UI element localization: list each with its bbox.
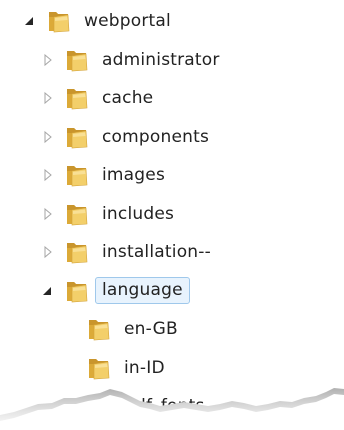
folder-icon: [64, 85, 90, 111]
folder-icon: [46, 8, 72, 34]
tree-item-label: language: [95, 277, 190, 304]
tree-item-label: pdf_fonts: [124, 396, 205, 416]
collapsed-arrow-icon[interactable]: [40, 52, 56, 68]
tree-item-label: en-GB: [124, 319, 178, 339]
tree-item-label: images: [102, 165, 166, 185]
tree-item-images[interactable]: images: [40, 157, 165, 193]
tree-item-pdf-fonts[interactable]: pdf_fonts: [86, 388, 205, 424]
tree-item-components[interactable]: components: [40, 119, 209, 155]
collapsed-arrow-icon[interactable]: [40, 167, 56, 183]
tree-item-in-id[interactable]: in-ID: [86, 350, 165, 386]
tree-item-label: includes: [102, 203, 175, 224]
tree-item-label: webportal: [84, 11, 171, 31]
folder-icon: [64, 278, 90, 304]
tree-item-administrator[interactable]: administrator: [40, 42, 220, 78]
folder-icon: [86, 316, 112, 342]
tree-item-label: installation--: [102, 242, 211, 262]
expanded-arrow-icon[interactable]: [22, 13, 38, 29]
tree-item-label: administrator: [102, 49, 220, 70]
tree-item-label: in-ID: [124, 357, 165, 378]
folder-tree: webportal administrator cache components ima…: [0, 0, 344, 430]
folder-icon: [64, 47, 90, 73]
tree-item-label: components: [102, 126, 210, 147]
collapsed-arrow-icon[interactable]: [40, 206, 56, 222]
folder-icon: [64, 124, 90, 150]
folder-icon: [86, 393, 112, 419]
tree-item-webportal[interactable]: webportal: [22, 3, 171, 39]
folder-icon: [64, 201, 90, 227]
tree-item-includes[interactable]: includes: [40, 196, 174, 232]
folder-icon: [86, 355, 112, 381]
tree-item-installation[interactable]: installation--: [40, 234, 211, 270]
expanded-arrow-icon[interactable]: [40, 283, 56, 299]
tree-item-label: cache: [102, 88, 154, 108]
folder-icon: [64, 239, 90, 265]
tree-item-en-gb[interactable]: en-GB: [86, 311, 178, 347]
collapsed-arrow-icon[interactable]: [40, 244, 56, 260]
folder-icon: [64, 162, 90, 188]
tree-item-language[interactable]: language: [40, 273, 190, 309]
tree-item-cache[interactable]: cache: [40, 80, 153, 116]
collapsed-arrow-icon[interactable]: [40, 129, 56, 145]
collapsed-arrow-icon[interactable]: [40, 90, 56, 106]
